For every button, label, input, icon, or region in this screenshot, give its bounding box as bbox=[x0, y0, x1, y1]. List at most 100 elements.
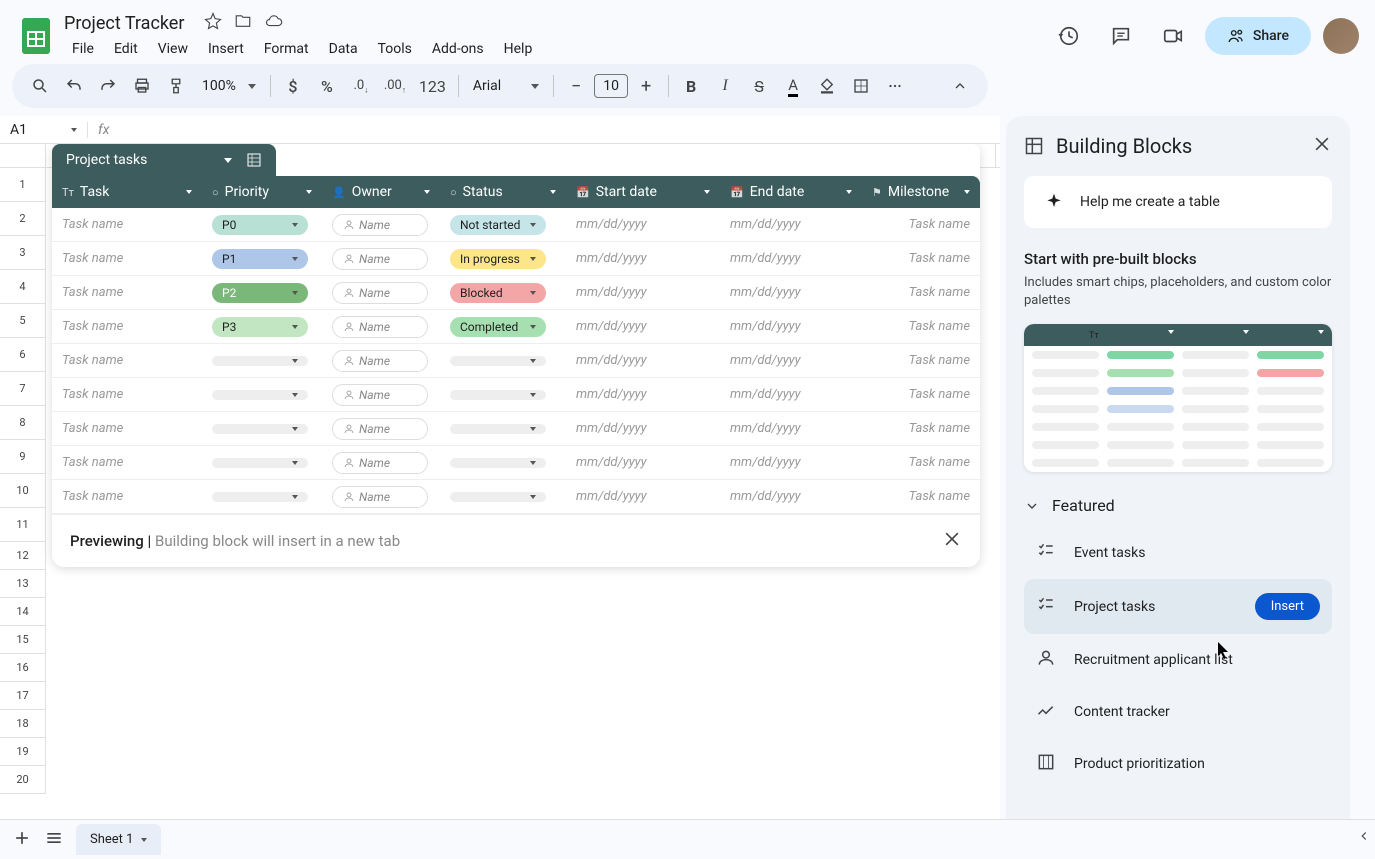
owner-chip[interactable]: Name bbox=[332, 350, 428, 372]
font-size-input[interactable]: 10 bbox=[594, 74, 628, 98]
menu-help[interactable]: Help bbox=[496, 37, 541, 61]
menu-insert[interactable]: Insert bbox=[200, 37, 252, 61]
all-sheets-icon[interactable] bbox=[44, 828, 64, 852]
owner-chip[interactable]: Name bbox=[332, 282, 428, 304]
row-header[interactable]: 2 bbox=[0, 202, 46, 236]
row-header[interactable]: 18 bbox=[0, 710, 46, 738]
menu-tools[interactable]: Tools bbox=[370, 37, 420, 61]
menu-format[interactable]: Format bbox=[256, 37, 317, 61]
menu-file[interactable]: File bbox=[64, 37, 102, 61]
row-header[interactable]: 13 bbox=[0, 570, 46, 598]
row-header[interactable]: 20 bbox=[0, 766, 46, 794]
close-preview-icon[interactable] bbox=[942, 529, 962, 553]
row-header[interactable]: 14 bbox=[0, 598, 46, 626]
increase-font-icon[interactable]: + bbox=[630, 70, 662, 102]
number-format-dropdown[interactable]: 123 bbox=[413, 70, 452, 102]
priority-chip[interactable] bbox=[212, 356, 308, 366]
table-row[interactable]: Task nameP2NameBlockedmm/dd/yyyymm/dd/yy… bbox=[52, 276, 980, 310]
owner-chip[interactable]: Name bbox=[332, 248, 428, 270]
owner-chip[interactable]: Name bbox=[332, 418, 428, 440]
history-icon[interactable] bbox=[1049, 16, 1089, 56]
block-column-header[interactable]: ○Status bbox=[440, 176, 566, 208]
close-panel-icon[interactable] bbox=[1312, 134, 1332, 158]
table-row[interactable]: Task nameNamemm/dd/yyyymm/dd/yyyyTask na… bbox=[52, 378, 980, 412]
menu-edit[interactable]: Edit bbox=[106, 37, 146, 61]
menu-add-ons[interactable]: Add-ons bbox=[424, 37, 492, 61]
add-sheet-icon[interactable] bbox=[12, 828, 32, 852]
folder-move-icon[interactable] bbox=[234, 12, 252, 35]
template-item-recruitment-applicant-list[interactable]: Recruitment applicant list bbox=[1024, 634, 1332, 686]
comments-icon[interactable] bbox=[1101, 16, 1141, 56]
priority-chip[interactable] bbox=[212, 492, 308, 502]
bold-icon[interactable]: B bbox=[675, 70, 707, 102]
decrease-decimal-icon[interactable]: .0↓ bbox=[345, 70, 377, 102]
doc-title[interactable]: Project Tracker bbox=[64, 13, 184, 34]
print-icon[interactable] bbox=[126, 70, 158, 102]
collapse-toolbar-icon[interactable] bbox=[944, 70, 976, 102]
block-title-bar[interactable]: Project tasks bbox=[52, 144, 276, 176]
menu-view[interactable]: View bbox=[150, 37, 196, 61]
status-chip[interactable] bbox=[450, 390, 546, 400]
status-chip[interactable] bbox=[450, 458, 546, 468]
italic-icon[interactable]: I bbox=[709, 70, 741, 102]
priority-chip[interactable] bbox=[212, 424, 308, 434]
owner-chip[interactable]: Name bbox=[332, 486, 428, 508]
block-column-header[interactable]: TтTask bbox=[52, 176, 202, 208]
fill-color-icon[interactable] bbox=[811, 70, 843, 102]
row-header[interactable]: 15 bbox=[0, 626, 46, 654]
paint-format-icon[interactable] bbox=[160, 70, 192, 102]
table-row[interactable]: Task nameP0NameNot startedmm/dd/yyyymm/d… bbox=[52, 208, 980, 242]
row-header[interactable]: 10 bbox=[0, 474, 46, 508]
expand-side-icon[interactable] bbox=[1357, 828, 1371, 847]
owner-chip[interactable]: Name bbox=[332, 452, 428, 474]
row-header[interactable]: 19 bbox=[0, 738, 46, 766]
redo-icon[interactable] bbox=[92, 70, 124, 102]
star-icon[interactable] bbox=[204, 12, 222, 35]
font-dropdown[interactable]: Arial bbox=[465, 78, 547, 94]
row-header[interactable]: 16 bbox=[0, 654, 46, 682]
priority-chip[interactable] bbox=[212, 458, 308, 468]
avatar[interactable] bbox=[1323, 18, 1359, 54]
status-chip[interactable] bbox=[450, 356, 546, 366]
chevron-down-icon[interactable] bbox=[224, 158, 232, 163]
menu-data[interactable]: Data bbox=[321, 37, 366, 61]
currency-icon[interactable]: $ bbox=[277, 70, 309, 102]
table-row[interactable]: Task nameNamemm/dd/yyyymm/dd/yyyyTask na… bbox=[52, 480, 980, 514]
row-header[interactable]: 3 bbox=[0, 236, 46, 270]
block-column-header[interactable]: ○Priority bbox=[202, 176, 322, 208]
formula-bar[interactable]: fx bbox=[88, 122, 119, 138]
block-column-header[interactable]: 📅End date bbox=[720, 176, 862, 208]
help-create-table-button[interactable]: Help me create a table bbox=[1024, 176, 1332, 228]
priority-chip[interactable] bbox=[212, 390, 308, 400]
owner-chip[interactable]: Name bbox=[332, 316, 428, 338]
text-color-icon[interactable]: A bbox=[777, 70, 809, 102]
priority-chip[interactable]: P1 bbox=[212, 249, 308, 269]
template-item-project-tasks[interactable]: Project tasksInsert bbox=[1024, 579, 1332, 634]
table-row[interactable]: Task nameP1NameIn progressmm/dd/yyyymm/d… bbox=[52, 242, 980, 276]
status-chip[interactable]: Not started bbox=[450, 215, 546, 235]
cell-reference[interactable]: A1 bbox=[0, 122, 88, 138]
row-header[interactable]: 9 bbox=[0, 440, 46, 474]
priority-chip[interactable]: P2 bbox=[212, 283, 308, 303]
row-header[interactable]: 6 bbox=[0, 338, 46, 372]
row-header[interactable]: 8 bbox=[0, 406, 46, 440]
share-button[interactable]: Share bbox=[1205, 17, 1311, 55]
status-chip[interactable]: Completed bbox=[450, 317, 546, 337]
more-icon[interactable] bbox=[879, 70, 911, 102]
owner-chip[interactable]: Name bbox=[332, 384, 428, 406]
block-column-header[interactable]: 📅Start date bbox=[566, 176, 720, 208]
undo-icon[interactable] bbox=[58, 70, 90, 102]
row-header[interactable]: 11 bbox=[0, 508, 46, 542]
sheet-tab[interactable]: Sheet 1 bbox=[76, 824, 161, 855]
sheets-logo[interactable] bbox=[16, 16, 56, 56]
status-chip[interactable]: In progress bbox=[450, 249, 546, 269]
table-row[interactable]: Task nameNamemm/dd/yyyymm/dd/yyyyTask na… bbox=[52, 446, 980, 480]
table-row[interactable]: Task nameNamemm/dd/yyyymm/dd/yyyyTask na… bbox=[52, 412, 980, 446]
row-header[interactable]: 5 bbox=[0, 304, 46, 338]
status-chip[interactable] bbox=[450, 424, 546, 434]
row-header[interactable]: 12 bbox=[0, 542, 46, 570]
table-row[interactable]: Task nameP3NameCompletedmm/dd/yyyymm/dd/… bbox=[52, 310, 980, 344]
template-item-content-tracker[interactable]: Content tracker bbox=[1024, 686, 1332, 738]
status-chip[interactable] bbox=[450, 492, 546, 502]
row-header[interactable]: 4 bbox=[0, 270, 46, 304]
